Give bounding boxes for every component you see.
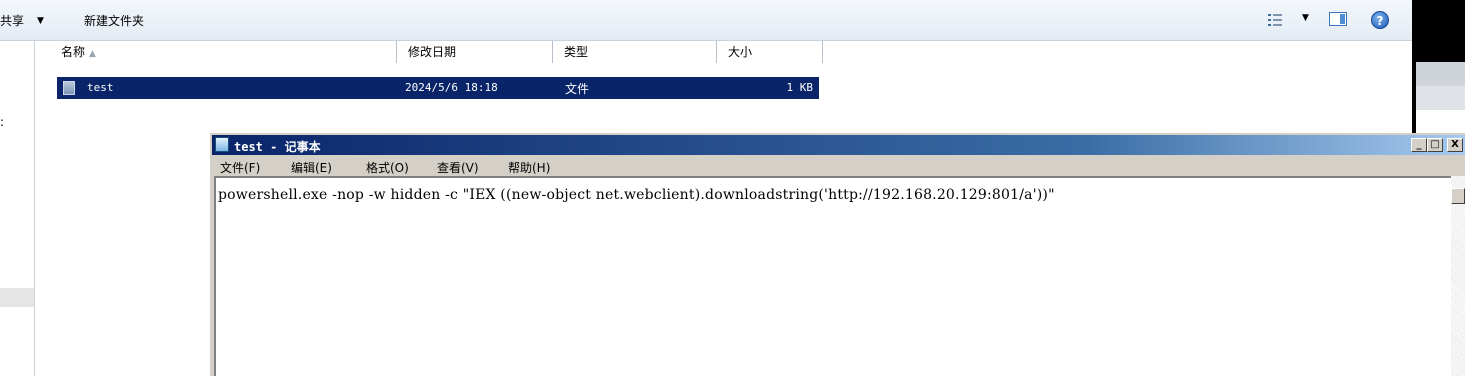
column-header-name[interactable]: 名称 ▲ xyxy=(35,41,397,63)
menu-help[interactable]: 帮助(H) xyxy=(508,159,550,176)
preview-pane-icon[interactable] xyxy=(1329,12,1347,26)
chevron-down-icon[interactable]: ▼ xyxy=(37,13,44,29)
file-size: 1 KB xyxy=(786,81,814,94)
close-button[interactable]: X xyxy=(1447,138,1463,152)
file-type: 文件 xyxy=(565,82,590,96)
menu-format[interactable]: 格式(O) xyxy=(366,159,409,176)
menu-file[interactable]: 文件(F) xyxy=(220,159,260,176)
help-icon[interactable]: ? xyxy=(1371,11,1389,29)
minimize-button[interactable]: _ xyxy=(1411,138,1427,152)
navigation-pane[interactable]: : xyxy=(0,41,35,376)
notepad-text-area[interactable]: powershell.exe -nop -w hidden -c "IEX ((… xyxy=(214,176,1451,376)
notepad-window: test - 记事本 _ □ X 文件(F) 编辑(E) 格式(O) 查看(V)… xyxy=(210,133,1465,376)
file-modified-date: 2024/5/6 18:18 xyxy=(405,81,498,94)
share-menu-button[interactable]: 共享 xyxy=(0,13,24,29)
column-header-row: 名称 ▲ 修改日期 类型 大小 xyxy=(35,41,1412,63)
view-options-icon[interactable] xyxy=(1268,14,1282,26)
file-row[interactable]: test 2024/5/6 18:18 文件 1 KB xyxy=(57,77,819,99)
column-header-size[interactable]: 大小 xyxy=(717,41,823,63)
file-icon xyxy=(63,81,75,95)
sort-ascending-icon: ▲ xyxy=(89,49,96,59)
maximize-button[interactable]: □ xyxy=(1427,138,1443,152)
notepad-menubar: 文件(F) 编辑(E) 格式(O) 查看(V) 帮助(H) xyxy=(212,156,1465,176)
menu-edit[interactable]: 编辑(E) xyxy=(291,159,332,176)
file-name: test xyxy=(87,81,114,94)
notepad-content: powershell.exe -nop -w hidden -c "IEX ((… xyxy=(218,187,1055,203)
new-folder-button[interactable]: 新建文件夹 xyxy=(84,13,144,29)
notepad-title: test - 记事本 xyxy=(234,140,321,154)
background-window-panel xyxy=(1416,86,1465,110)
column-header-type[interactable]: 类型 xyxy=(553,41,717,63)
vertical-scrollbar[interactable] xyxy=(1451,176,1465,376)
notepad-app-icon[interactable] xyxy=(215,137,229,152)
menu-view[interactable]: 查看(V) xyxy=(437,159,479,176)
background-window-panel xyxy=(1416,110,1465,135)
nav-item-fragment[interactable]: : xyxy=(0,115,4,129)
column-header-date[interactable]: 修改日期 xyxy=(397,41,553,63)
scroll-up-button[interactable] xyxy=(1451,188,1465,204)
explorer-toolbar: 共享 ▼ 新建文件夹 ▼ ? xyxy=(0,0,1412,41)
column-name-label: 名称 xyxy=(61,45,86,59)
notepad-titlebar[interactable]: test - 记事本 _ □ X xyxy=(212,135,1465,155)
background-window-panel xyxy=(1416,62,1465,86)
nav-selected-item[interactable] xyxy=(0,288,34,307)
chevron-down-icon[interactable]: ▼ xyxy=(1302,13,1309,23)
